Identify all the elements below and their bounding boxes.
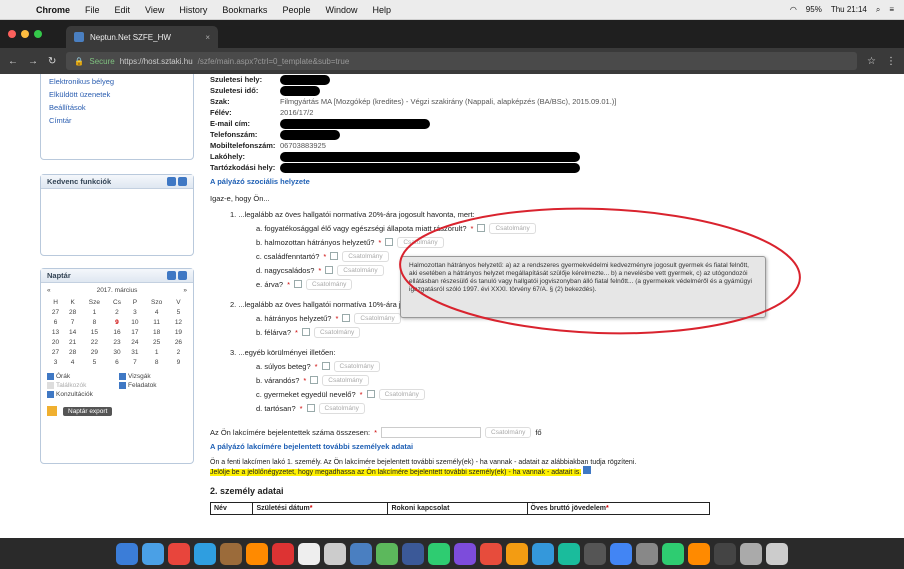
dock-app-icon[interactable]	[402, 542, 424, 565]
menu-list-icon[interactable]: ≡	[889, 5, 894, 14]
chrome-menu-icon[interactable]: ⋮	[886, 56, 896, 67]
dock-app-icon[interactable]	[584, 542, 606, 565]
menu-edit[interactable]: Edit	[115, 5, 131, 15]
menu-view[interactable]: View	[145, 5, 164, 15]
battery-label[interactable]: 95%	[806, 5, 822, 14]
clock[interactable]: Thu 21:14	[831, 5, 867, 14]
dock-app-icon[interactable]	[506, 542, 528, 565]
favicon-icon	[74, 32, 84, 42]
menu-history[interactable]: History	[179, 5, 207, 15]
annotation-ellipse	[399, 207, 801, 335]
minimize-window-icon[interactable]	[21, 30, 29, 38]
secure-label: Secure	[89, 56, 115, 66]
close-window-icon[interactable]	[8, 30, 16, 38]
dock-app-icon[interactable]	[246, 542, 268, 565]
status-area: ◠ 95% Thu 21:14 ⌕ ≡	[790, 5, 894, 15]
menu-help[interactable]: Help	[372, 5, 391, 15]
dock-app-icon[interactable]	[532, 542, 554, 565]
address-toolbar: ← → ↻ 🔒 Secure https://host.sztaki.hu /s…	[0, 48, 904, 74]
browser-tabbar: Neptun.Net SZFE_HW ×	[0, 20, 904, 48]
menu-bookmarks[interactable]: Bookmarks	[222, 5, 267, 15]
wifi-icon[interactable]: ◠	[790, 5, 797, 14]
dock-app-icon[interactable]	[636, 542, 658, 565]
menu-window[interactable]: Window	[325, 5, 357, 15]
tab-title: Neptun.Net SZFE_HW	[90, 32, 171, 42]
dock-app-icon[interactable]	[662, 542, 684, 565]
url-host: https://host.sztaki.hu	[119, 56, 193, 66]
dock-app-icon[interactable]	[714, 542, 736, 565]
reload-icon[interactable]: ↻	[48, 56, 56, 67]
menu-app[interactable]: Chrome	[36, 5, 70, 15]
browser-tab[interactable]: Neptun.Net SZFE_HW ×	[66, 26, 218, 48]
mac-dock	[0, 538, 904, 569]
bookmark-star-icon[interactable]: ☆	[867, 56, 876, 67]
menu-people[interactable]: People	[282, 5, 310, 15]
dock-app-icon[interactable]	[428, 542, 450, 565]
menu-file[interactable]: File	[85, 5, 100, 15]
dock-app-icon[interactable]	[142, 542, 164, 565]
url-bar[interactable]: 🔒 Secure https://host.sztaki.hu /szfe/ma…	[66, 52, 858, 70]
search-icon[interactable]: ⌕	[876, 5, 880, 15]
dock-app-icon[interactable]	[740, 542, 762, 565]
window-controls	[8, 30, 42, 38]
dock-app-icon[interactable]	[220, 542, 242, 565]
dock-app-icon[interactable]	[194, 542, 216, 565]
dock-app-icon[interactable]	[324, 542, 346, 565]
zoom-window-icon[interactable]	[34, 30, 42, 38]
dock-app-icon[interactable]	[454, 542, 476, 565]
dock-app-icon[interactable]	[766, 542, 788, 565]
lock-icon: 🔒	[74, 56, 85, 66]
dock-app-icon[interactable]	[350, 542, 372, 565]
dock-app-icon[interactable]	[168, 542, 190, 565]
dock-app-icon[interactable]	[610, 542, 632, 565]
mac-menubar: Chrome File Edit View History Bookmarks …	[0, 0, 904, 20]
back-icon[interactable]: ←	[8, 56, 18, 67]
close-tab-icon[interactable]: ×	[205, 33, 210, 42]
page-content: Elektronikus bélyeg Elküldött üzenetek B…	[0, 74, 904, 538]
forward-icon[interactable]: →	[28, 56, 38, 67]
dock-app-icon[interactable]	[558, 542, 580, 565]
url-path: /szfe/main.aspx?ctrl=0_template&sub=true	[197, 56, 350, 66]
dock-app-icon[interactable]	[688, 542, 710, 565]
dock-app-icon[interactable]	[298, 542, 320, 565]
dock-app-icon[interactable]	[272, 542, 294, 565]
dock-app-icon[interactable]	[376, 542, 398, 565]
dock-app-icon[interactable]	[116, 542, 138, 565]
dock-app-icon[interactable]	[480, 542, 502, 565]
annotation-overlay	[399, 207, 801, 335]
